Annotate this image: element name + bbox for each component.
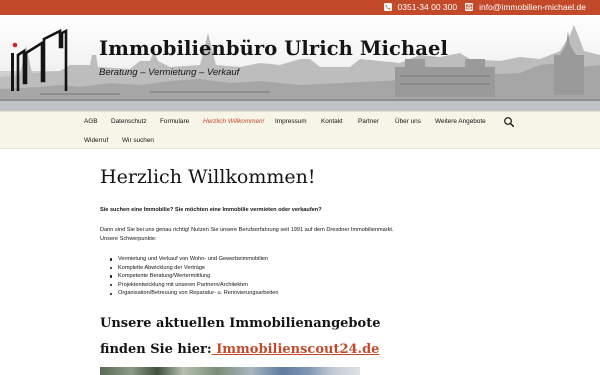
contact-info: 0351-34 00 300 info@immobilien-michael.d… [383, 0, 586, 15]
list-item: Komplette Abwicklung der Verträge [110, 264, 278, 273]
focus-list: Vermietung und Verkauf von Wohn- und Gew… [110, 255, 278, 298]
property-photo-strip [100, 367, 360, 375]
nav-item-formulare[interactable]: Formulare [160, 112, 189, 131]
page-title: Herzlich Willkommen! [100, 166, 316, 188]
list-item: Projektentwicklung mit unseren Partnern/… [110, 281, 278, 290]
company-logo [11, 28, 68, 91]
nav-item-kontakt[interactable]: Kontakt [321, 112, 343, 131]
site-tagline: Beratung – Vermietung – Verkauf [99, 67, 240, 78]
nav-item-agb[interactable]: AGB [84, 112, 98, 131]
offers-heading: Unsere aktuellen Immobilienangebote [100, 316, 381, 331]
phone-icon [383, 2, 392, 11]
dresden-skyline-image [0, 25, 600, 111]
contact-bar: 0351-34 00 300 info@immobilien-michael.d… [0, 0, 600, 15]
search-icon[interactable] [503, 116, 515, 128]
nav-item-weitere-angebote[interactable]: Weitere Angebote [435, 112, 486, 131]
nav-item-partner[interactable]: Partner [358, 112, 379, 131]
phone-link[interactable]: 0351-34 00 300 [398, 0, 458, 15]
main-navigation: AGB Datenschutz Formulare Herzlich Willk… [0, 111, 600, 149]
envelope-icon [465, 2, 474, 11]
list-item: Kompetente Beratung/Wertermittlung [110, 272, 278, 281]
find-prefix: finden Sie hier: [100, 342, 212, 357]
intro-text: Dann sind Sie bei uns genau richtig! Nut… [100, 227, 394, 233]
list-item: Organisation/Betreuung von Reparatur- u.… [110, 289, 278, 298]
nav-item-herzlich-willkommen[interactable]: Herzlich Willkommen! [203, 112, 264, 131]
focus-heading: Unsere Schwerpunkte: [100, 236, 157, 242]
nav-item-wir-suchen[interactable]: Wir suchen [122, 131, 154, 150]
nav-item-datenschutz[interactable]: Datenschutz [111, 112, 147, 131]
find-heading: finden Sie hier: Immobilienscout24.de [100, 342, 379, 357]
email-link[interactable]: info@immobilien-michael.de [479, 0, 586, 15]
intro-question: Sie suchen eine Immobilie? Sie möchten e… [100, 207, 322, 213]
site-header: Immobilienbüro Ulrich Michael Beratung –… [0, 15, 600, 111]
site-title[interactable]: Immobilienbüro Ulrich Michael [99, 37, 448, 60]
nav-item-widerruf[interactable]: Widerruf [84, 131, 108, 150]
immobilienscout-link[interactable]: Immobilienscout24.de [212, 342, 379, 357]
list-item: Vermietung und Verkauf von Wohn- und Gew… [110, 255, 278, 264]
nav-item-impressum[interactable]: Impressum [275, 112, 307, 131]
nav-item-ueber-uns[interactable]: Über uns [395, 112, 421, 131]
